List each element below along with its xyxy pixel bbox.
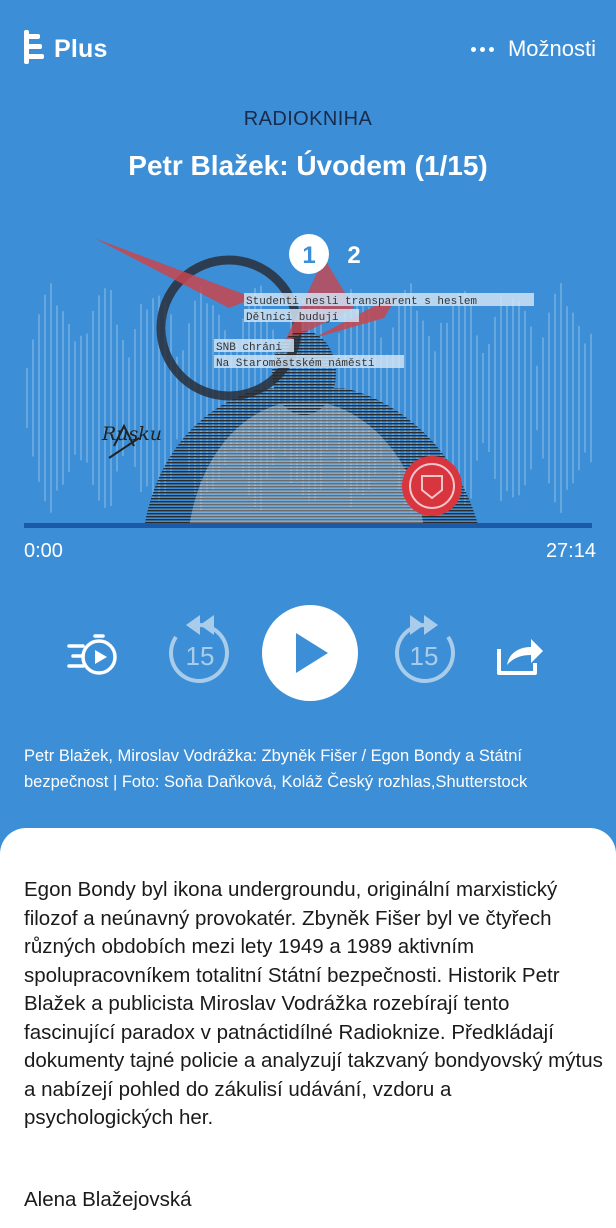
episode-description: Egon Bondy byl ikona undergroundu, origi… — [24, 878, 603, 1129]
radio-logo-icon — [24, 30, 46, 68]
waveform-bar — [38, 314, 40, 482]
waveform-bar — [464, 291, 466, 505]
waveform-bar — [98, 295, 100, 501]
waveform-bar — [74, 341, 76, 455]
skip-back-15-button[interactable]: 15 — [162, 613, 238, 693]
playback-progress-bar[interactable] — [24, 523, 592, 528]
waveform-bar — [590, 333, 592, 463]
waveform-bar — [50, 283, 52, 513]
waveform-bar — [548, 312, 550, 484]
artwork-badge-2: 2 — [347, 242, 360, 269]
rewind-15-icon: 15 — [168, 615, 229, 683]
total-duration: 27:14 — [545, 540, 596, 562]
waveform-bar — [578, 325, 580, 471]
waveform-bar — [494, 317, 496, 479]
waveform-bar — [434, 351, 436, 445]
waveform-bar — [56, 305, 58, 491]
waveform-bar — [470, 297, 472, 499]
artwork-note-4: Na Staroměstském náměstí — [216, 358, 375, 370]
elapsed-time: 0:00 — [24, 540, 63, 562]
waveform-bar — [140, 303, 142, 493]
waveform-bar — [530, 326, 532, 470]
waveform-bar — [62, 311, 64, 485]
waveform-bar — [452, 304, 454, 492]
brand-label: Plus — [54, 34, 108, 63]
episode-title: Petr Blažek: Úvodem (1/15) — [128, 150, 488, 181]
waveform-bar — [524, 310, 526, 486]
waveform-bar — [146, 309, 148, 487]
waveform-bar — [86, 333, 88, 463]
waveform-bar — [554, 293, 556, 503]
waveform-bar — [500, 294, 502, 502]
image-caption: Petr Blažek, Miroslav Vodrážka: Zbyněk F… — [24, 747, 528, 791]
play-button[interactable] — [262, 605, 358, 701]
waveform-bar — [518, 300, 520, 496]
waveform-bar — [476, 335, 478, 461]
sleep-timer-button[interactable] — [62, 625, 124, 685]
waveform-bar — [572, 312, 574, 484]
waveform-bar — [482, 353, 484, 443]
waveform-bar — [440, 322, 442, 474]
waveform-bar — [506, 304, 508, 492]
waveform-bar — [152, 298, 154, 498]
options-label: Možnosti — [507, 36, 596, 61]
waveform-bar — [80, 335, 82, 461]
play-icon — [296, 633, 328, 673]
options-button[interactable]: Možnosti — [470, 36, 596, 62]
skip-forward-seconds: 15 — [410, 641, 439, 671]
waveform-bar — [104, 288, 106, 508]
skip-back-seconds: 15 — [186, 641, 215, 671]
more-dots-icon — [470, 46, 494, 52]
player-controls: 15 15 — [0, 605, 616, 705]
waveform-bar — [446, 322, 448, 474]
share-button[interactable] — [492, 627, 548, 683]
artwork-badge-1: 1 — [302, 242, 315, 269]
waveform-bar — [542, 337, 544, 459]
top-bar: Plus Možnosti — [0, 0, 616, 100]
description-author: Alena Blažejovská — [24, 1188, 192, 1211]
episode-artwork: Studenti nesli transparent s heslem Děln… — [24, 198, 592, 528]
waveform-bar — [458, 293, 460, 503]
waveform-bar — [44, 294, 46, 502]
waveform-bar — [92, 310, 94, 486]
waveform-bar — [566, 306, 568, 490]
skip-forward-15-button[interactable]: 15 — [386, 613, 462, 693]
artwork-note-2: Dělníci budují — [246, 312, 339, 324]
app-logo[interactable]: Plus — [24, 30, 108, 68]
timer-icon — [67, 634, 117, 675]
waveform-bar — [560, 283, 562, 513]
episode-category: RADIOKNIHA — [243, 108, 373, 130]
waveform-bar — [536, 365, 538, 431]
forward-15-icon: 15 — [395, 615, 456, 683]
artwork-note-3: SNB chrání — [216, 342, 282, 354]
waveform-bar — [512, 298, 514, 498]
waveform-bar — [182, 350, 184, 446]
waveform-bar — [488, 344, 490, 452]
waveform-bar — [68, 323, 70, 473]
waveform-bar — [584, 343, 586, 453]
artwork-collage: Studenti nesli transparent s heslem Děln… — [26, 234, 592, 528]
waveform-bar — [110, 289, 112, 507]
waveform-bar — [26, 368, 28, 428]
share-icon — [497, 639, 543, 675]
artwork-note-1: Studenti nesli transparent s heslem — [246, 296, 477, 308]
waveform-bar — [116, 324, 118, 472]
waveform-bar — [32, 339, 34, 457]
waveform-bar — [134, 329, 136, 467]
